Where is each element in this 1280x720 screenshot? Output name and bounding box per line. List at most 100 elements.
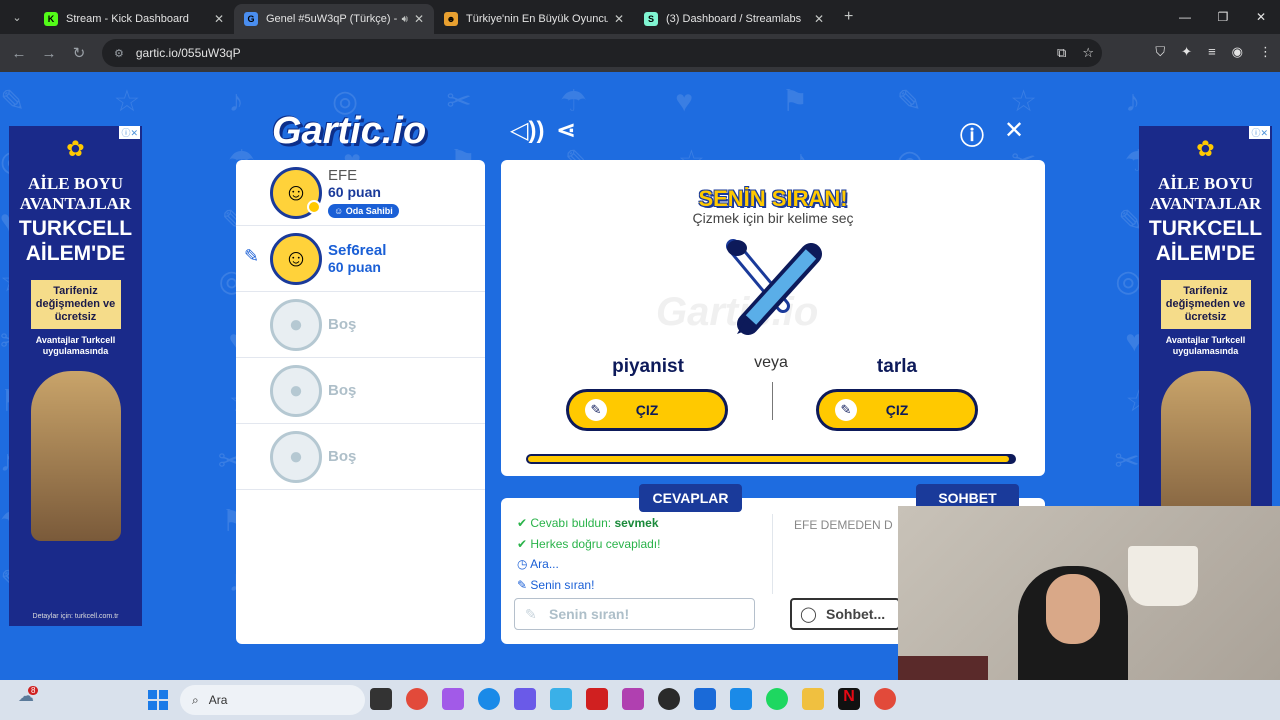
maximize-icon[interactable]: ❐ <box>1204 0 1242 34</box>
share-icon[interactable]: ⋖ <box>556 116 576 145</box>
tab-streamlabs[interactable]: S (3) Dashboard / Streamlabs ✕ <box>634 4 834 34</box>
tab-title: (3) Dashboard / Streamlabs <box>666 13 802 25</box>
copilot-icon[interactable] <box>442 688 464 710</box>
pencil-icon: ✎ <box>585 399 607 421</box>
chat-message: ✔ Cevabı buldun: sevmek <box>517 516 659 530</box>
close-tab-icon[interactable]: ✕ <box>814 12 824 26</box>
chat-message: ◷ Ara... <box>517 557 559 571</box>
browser-tabbar: ⌄ K Stream - Kick Dashboard ✕ G Genel #5… <box>0 0 1280 34</box>
address-bar[interactable]: ⚙ gartic.io/055uW3qP ⧉ ☆ <box>102 39 1102 67</box>
turkcell-logo-icon: ✿ <box>1196 136 1215 161</box>
player-name: Boş <box>328 382 357 399</box>
chrome-icon[interactable] <box>406 688 428 710</box>
timer-fill <box>528 456 1010 462</box>
lamp-shape <box>1128 546 1198 606</box>
netflix-icon[interactable]: N <box>838 688 860 710</box>
answer-input[interactable]: ✎ Senin sıran! <box>514 598 755 630</box>
chat-divider <box>772 514 773 594</box>
window-controls: — ❐ ✕ <box>1166 0 1280 34</box>
taskbar-search[interactable]: ⌕ Ara <box>180 685 365 715</box>
tab-oyuncu[interactable]: ☻ Türkiye'nin En Büyük Oyuncu D ✕ <box>434 4 634 34</box>
bookmark-star-icon[interactable]: ☆ <box>1082 45 1094 61</box>
tab-gartic[interactable]: G Genel #5uW3qP (Türkçe) - 🔊︎ ✕ <box>234 4 434 34</box>
tab-kick[interactable]: K Stream - Kick Dashboard ✕ <box>34 4 234 34</box>
turn-title: SENİN SIRAN! <box>698 186 848 211</box>
shield-extension-icon[interactable]: ⛉ <box>1155 44 1165 60</box>
ad-info-icon[interactable]: ⓘ✕ <box>1249 126 1270 139</box>
player-row[interactable]: ✎ ☺ Sef6real 60 puan <box>236 226 485 292</box>
draw-right-button[interactable]: ✎ ÇIZ <box>816 389 978 431</box>
new-tab-button[interactable]: + <box>844 8 853 26</box>
word-option-left: piyanist <box>612 356 684 377</box>
ad-info-icon[interactable]: ⓘ✕ <box>119 126 140 139</box>
tab-search-icon[interactable]: ⌄ <box>0 0 34 34</box>
tab-title: Stream - Kick Dashboard <box>66 13 189 25</box>
answers-tab[interactable]: CEVAPLAR <box>639 484 742 512</box>
gartic-logo[interactable]: Gartic.io <box>272 110 426 153</box>
store-icon[interactable] <box>730 688 752 710</box>
message-text: Herkes doğru cevapladı! <box>530 537 661 551</box>
extensions-area: ⛉ ✦ ≡ ◉ ⋮ <box>1155 44 1272 60</box>
chat-bubble-icon: ◯ <box>800 606 817 623</box>
menu-icon[interactable]: ⋮ <box>1259 44 1272 60</box>
empty-avatar-icon: ● <box>270 430 322 483</box>
drawing-pencil-icon: ✎ <box>244 246 260 266</box>
start-icon[interactable] <box>148 690 168 710</box>
draw-label: ÇIZ <box>635 402 659 418</box>
kick-favicon-icon: K <box>44 12 58 26</box>
edge-icon[interactable] <box>478 688 500 710</box>
speaker-icon[interactable]: 🔊︎ <box>402 14 408 25</box>
install-icon[interactable]: ⧉ <box>1057 45 1066 61</box>
badge-label: Oda Sahibi <box>345 205 393 216</box>
minimize-icon[interactable]: — <box>1166 0 1204 34</box>
spotify-icon[interactable] <box>766 688 788 710</box>
search-label: Ara <box>208 693 228 707</box>
player-row-empty: ● Boş <box>236 358 485 424</box>
reload-icon[interactable]: ↻ <box>64 44 94 62</box>
back-icon[interactable]: ← <box>4 45 34 62</box>
ad-headline: AİLE BOYU AVANTAJLAR <box>1149 174 1262 213</box>
close-tab-icon[interactable]: ✕ <box>614 12 624 26</box>
sound-icon[interactable]: ◁)) <box>510 116 544 145</box>
ad-brand-line: TURKCELL AİLEM'DE <box>18 217 133 265</box>
player-row-empty: ● Boş <box>236 292 485 358</box>
snipping-icon[interactable] <box>622 688 644 710</box>
site-favicon-icon: ☻ <box>444 12 458 26</box>
draw-left-button[interactable]: ✎ ÇIZ <box>566 389 728 431</box>
player-row-empty: ● Boş <box>236 424 485 490</box>
folder-icon[interactable] <box>802 688 824 710</box>
word-option-right: tarla <box>876 356 918 377</box>
pdf-icon[interactable] <box>586 688 608 710</box>
player-points: 60 puan <box>328 183 381 200</box>
browser-toolbar: ← → ↻ ⚙ gartic.io/055uW3qP ⧉ ☆ ⛉ ✦ ≡ ◉ ⋮ <box>0 34 1280 72</box>
empty-avatar-icon: ● <box>270 298 322 351</box>
extensions-icon[interactable]: ✦ <box>1181 44 1192 60</box>
site-info-icon[interactable]: ⚙ <box>114 47 124 60</box>
close-room-icon[interactable]: ✕ <box>1004 116 1024 145</box>
gartic-favicon-icon: G <box>244 12 258 26</box>
chat-input[interactable]: ◯ Sohbet... <box>790 598 900 630</box>
task-view-icon[interactable] <box>370 688 392 710</box>
app-icon[interactable] <box>550 688 572 710</box>
notification-badge: 8 <box>28 686 39 695</box>
media-icon[interactable]: ≡ <box>1208 44 1216 60</box>
streamer-face <box>1046 574 1100 644</box>
player-row[interactable]: ☺ EFE 60 puan ☺ Oda Sahibi <box>236 160 485 226</box>
ad-offer-box: Tarifeniz değişmeden ve ücretsiz <box>1160 280 1251 329</box>
message-text: Ara... <box>530 557 559 571</box>
turn-subtitle: Çizmek için bir kelime seç <box>692 210 854 226</box>
timer-bar <box>526 454 1016 464</box>
taskbar-apps: N <box>370 688 896 710</box>
close-tab-icon[interactable]: ✕ <box>414 12 424 26</box>
forward-icon[interactable]: → <box>34 45 64 62</box>
teams-icon[interactable] <box>514 688 536 710</box>
left-ad-banner[interactable]: ⓘ✕ ✿ AİLE BOYU AVANTAJLAR TURKCELL AİLEM… <box>9 126 142 626</box>
chrome-active-icon[interactable] <box>874 688 896 710</box>
info-icon[interactable]: ⓘ <box>960 116 984 151</box>
profile-icon[interactable]: ◉ <box>1232 44 1243 60</box>
tab-title: Genel #5uW3qP (Türkçe) - <box>266 13 398 25</box>
obs-icon[interactable] <box>658 688 680 710</box>
close-tab-icon[interactable]: ✕ <box>214 12 224 26</box>
close-window-icon[interactable]: ✕ <box>1242 0 1280 34</box>
outlook-icon[interactable] <box>694 688 716 710</box>
